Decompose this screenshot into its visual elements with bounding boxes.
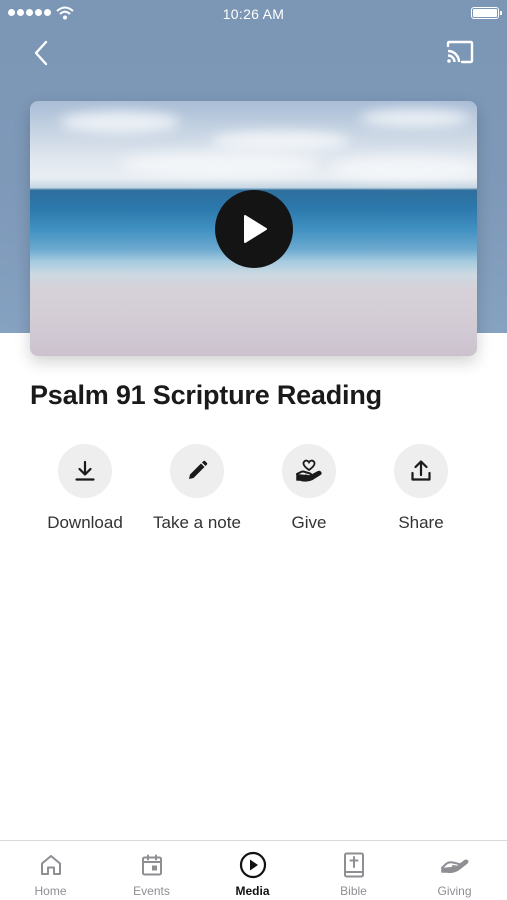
chevron-left-icon: [34, 40, 48, 66]
take-note-button[interactable]: Take a note: [142, 444, 252, 533]
status-bar: 10:26 AM: [0, 0, 507, 26]
tab-events-label: Events: [133, 884, 170, 898]
tab-events[interactable]: Events: [101, 841, 202, 900]
cloud: [330, 156, 477, 180]
give-label: Give: [291, 513, 327, 532]
share-circle[interactable]: [394, 444, 448, 498]
back-button[interactable]: [28, 38, 54, 68]
cast-button[interactable]: [444, 38, 476, 66]
status-time: 10:26 AM: [222, 6, 285, 22]
tab-giving-label: Giving: [437, 884, 472, 898]
play-circle-icon: [239, 851, 266, 879]
take-note-label: Take a note: [153, 513, 241, 532]
share-button[interactable]: Share: [366, 444, 476, 533]
giving-hand-heart-icon: [296, 459, 322, 482]
download-label: Download: [47, 513, 123, 532]
give-circle[interactable]: [282, 444, 336, 498]
tab-media-label: Media: [235, 884, 270, 898]
give-button[interactable]: Give: [254, 444, 364, 533]
cloud: [210, 131, 350, 151]
home-icon: [40, 855, 61, 875]
download-button[interactable]: Download: [30, 444, 140, 533]
download-icon: [75, 460, 95, 481]
bible-icon: [343, 852, 364, 878]
tab-media[interactable]: Media: [202, 841, 303, 900]
cast-icon: [446, 40, 474, 64]
share-icon: [411, 460, 431, 481]
battery-icon: [471, 7, 502, 19]
pencil-icon: [189, 460, 208, 479]
giving-hand-icon: [440, 859, 468, 873]
tab-bar: Home Events Media Bible Giving: [0, 840, 507, 900]
tab-bible-label: Bible: [340, 884, 367, 898]
play-button[interactable]: [215, 190, 293, 268]
cloud: [360, 109, 470, 127]
cloud: [120, 151, 320, 177]
take-note-circle[interactable]: [170, 444, 224, 498]
tab-home-label: Home: [34, 884, 67, 898]
tab-home[interactable]: Home: [0, 841, 101, 900]
video-thumbnail[interactable]: [30, 101, 477, 356]
play-icon: [244, 215, 267, 243]
tab-bible[interactable]: Bible: [303, 841, 404, 900]
cloud: [60, 111, 180, 133]
media-title: Psalm 91 Scripture Reading: [30, 380, 382, 410]
tab-giving[interactable]: Giving: [404, 841, 505, 900]
download-circle[interactable]: [58, 444, 112, 498]
share-label: Share: [398, 513, 444, 532]
calendar-icon: [141, 854, 162, 876]
